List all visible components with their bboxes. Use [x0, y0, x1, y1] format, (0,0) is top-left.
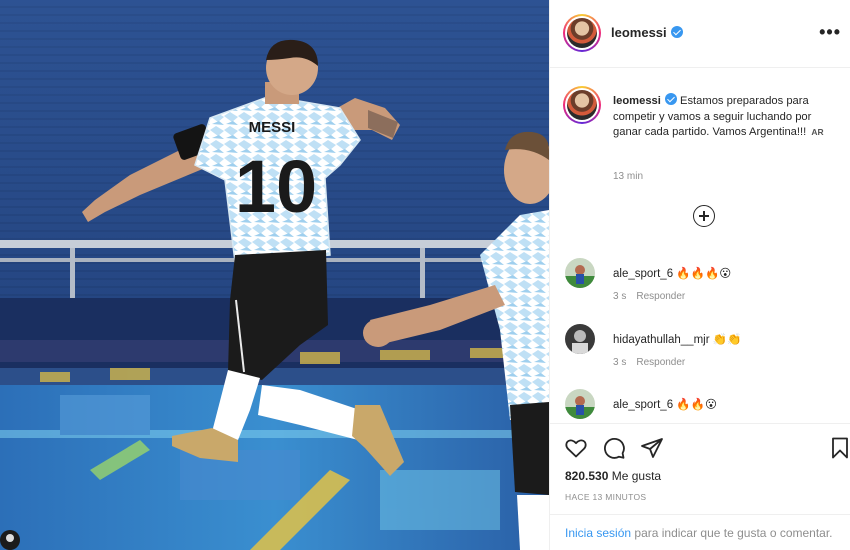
caption-time: 13 min	[613, 171, 644, 182]
comment-meta: 3 s Responder	[613, 291, 685, 302]
commenter-username[interactable]: ale_sport_6	[613, 399, 673, 411]
commenter-username[interactable]: hidayathullah__mjr	[613, 334, 710, 346]
caption-author-username[interactable]: leomessi	[613, 95, 661, 107]
post-actions: 820.530 Me gusta HACE 13 MINUTOS Inicia …	[550, 423, 850, 550]
comment-text: ale_sport_6 🔥🔥🔥😮	[613, 266, 731, 280]
author-username-header[interactable]: leomessi	[611, 25, 683, 40]
viewer-avatar[interactable]	[0, 530, 20, 550]
bookmark-icon[interactable]	[828, 436, 850, 460]
caption-text-block: leomessi Estamos preparados para competi…	[613, 93, 838, 141]
comment-meta: 3 s Responder	[613, 357, 685, 368]
heart-icon[interactable]	[564, 436, 588, 460]
commenter-avatar[interactable]	[565, 389, 595, 419]
comment-body: 🔥🔥🔥😮	[676, 268, 732, 280]
plus-circle-icon[interactable]	[693, 205, 715, 227]
post-header: leomessi •••	[550, 0, 850, 68]
post-side-panel: leomessi ••• leomessi Estamos preparados…	[549, 0, 850, 550]
caption-author-avatar[interactable]	[563, 86, 601, 124]
likes-count[interactable]: 820.530 Me gusta	[565, 469, 661, 483]
more-options-icon[interactable]: •••	[819, 22, 841, 43]
jersey-name: MESSI	[249, 119, 296, 136]
login-prompt: Inicia sesión para indicar que te gusta …	[550, 514, 850, 540]
login-link[interactable]: Inicia sesión	[565, 526, 631, 540]
verified-badge-icon	[664, 93, 677, 105]
comment-text: ale_sport_6 🔥🔥😮	[613, 397, 717, 411]
comment-body: 🔥🔥😮	[676, 399, 717, 411]
post-timestamp: HACE 13 MINUTOS	[565, 492, 647, 502]
login-prompt-text: Inicia sesión para indicar que te gusta …	[565, 525, 835, 541]
comment-item: hidayathullah__mjr 👏👏 3 s Responder	[550, 324, 850, 374]
jersey-number: 10	[235, 145, 317, 228]
caption-tag: AR	[811, 127, 824, 137]
reply-button[interactable]: Responder	[636, 291, 685, 302]
comment-icon[interactable]	[602, 436, 626, 460]
reply-button[interactable]: Responder	[636, 357, 685, 368]
verified-badge-icon	[670, 26, 683, 38]
comment-text: hidayathullah__mjr 👏👏	[613, 332, 741, 346]
photo-image: MESSI 10	[0, 0, 549, 550]
comment-body: 👏👏	[712, 334, 742, 346]
comment-time: 3 s	[613, 357, 627, 368]
author-avatar[interactable]	[563, 14, 601, 52]
comment-time: 3 s	[613, 291, 627, 302]
commenter-avatar[interactable]	[565, 258, 595, 288]
post-photo[interactable]: MESSI 10	[0, 0, 549, 550]
login-prompt-rest: para indicar que te gusta o comentar.	[634, 526, 833, 540]
share-icon[interactable]	[640, 436, 664, 460]
comment-item: ale_sport_6 🔥🔥🔥😮 3 s Responder	[550, 258, 850, 308]
commenter-avatar[interactable]	[565, 324, 595, 354]
commenter-username[interactable]: ale_sport_6	[613, 268, 673, 280]
